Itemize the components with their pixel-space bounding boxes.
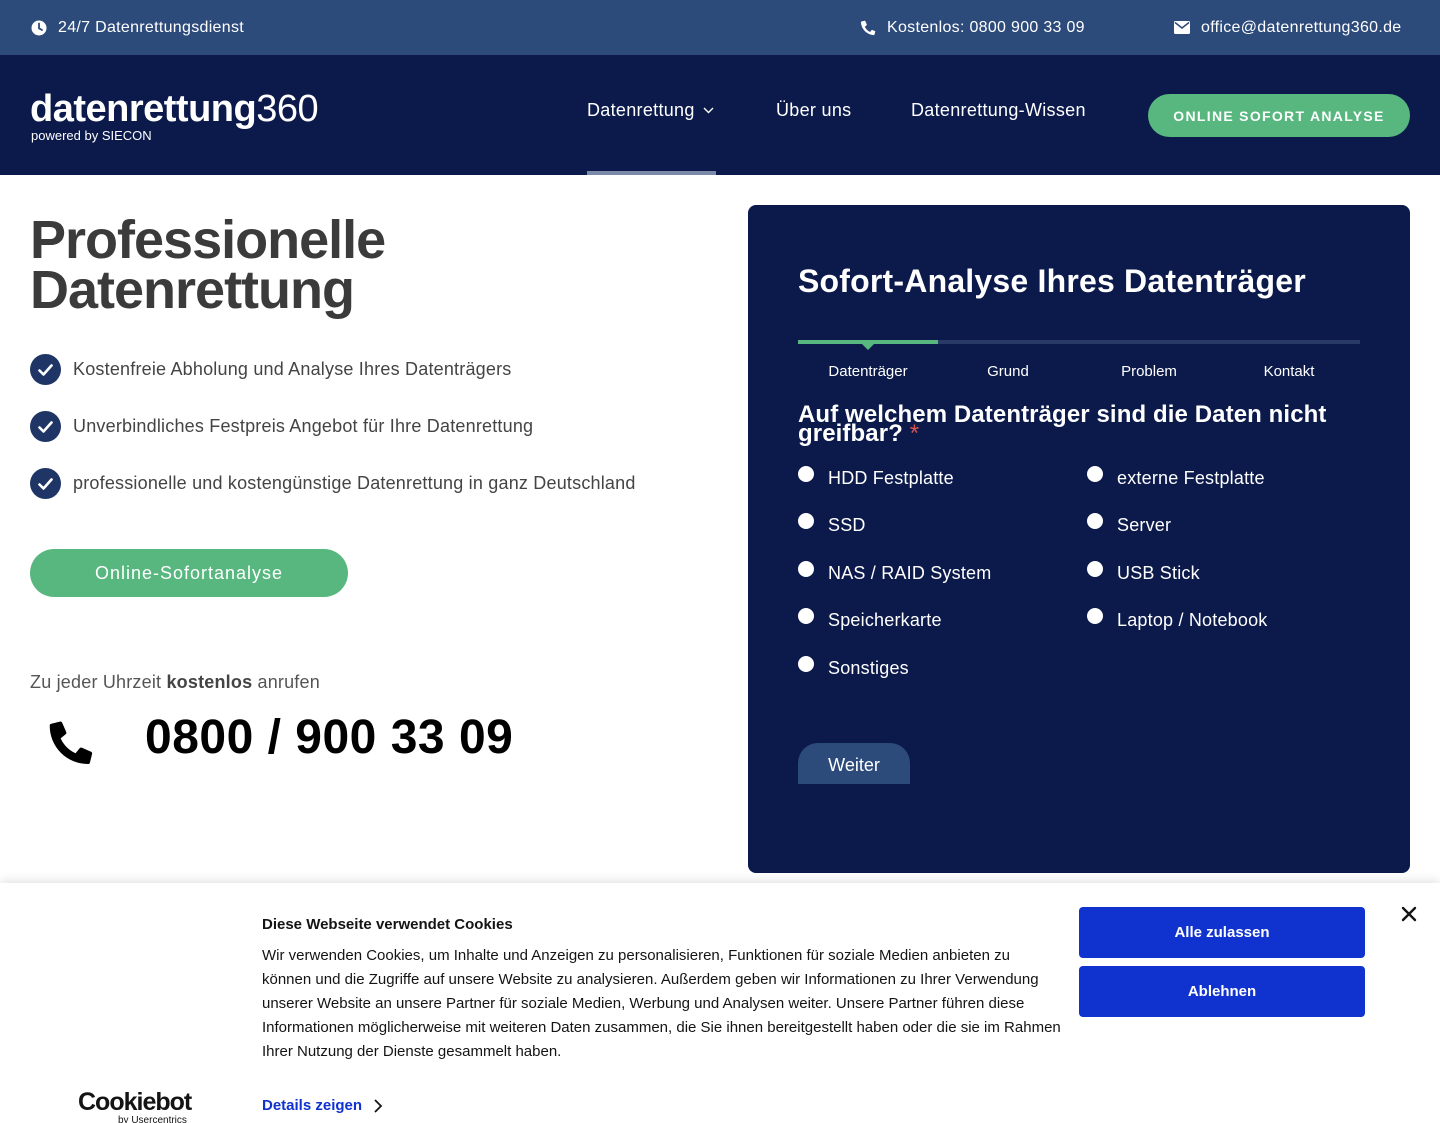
envelope-icon [1173, 19, 1191, 37]
page-title-line1: Professionelle [30, 210, 386, 270]
feature-item: professionelle und kostengünstige Datenr… [30, 468, 636, 499]
radio-button[interactable] [798, 513, 814, 529]
option-label: USB Stick [1117, 563, 1200, 583]
option-ssd[interactable]: SSD [798, 513, 866, 536]
online-sofortanalyse-button[interactable]: Online-Sofortanalyse [30, 549, 348, 597]
check-circle-icon [30, 468, 61, 499]
feature-text: professionelle und kostengünstige Datenr… [73, 473, 636, 493]
feature-item: Unverbindliches Festpreis Angebot für Ih… [30, 411, 533, 442]
step-label-datentraeger: Datenträger [828, 363, 908, 380]
radio-button[interactable] [798, 466, 814, 482]
cookie-text: Wir verwenden Cookies, um Inhalte und An… [262, 947, 1061, 1060]
service-hours-text: 24/7 Datenrettungsdienst [58, 18, 244, 36]
cookiebot-logo: Cookiebot by Usercentrics [78, 1088, 192, 1123]
feature-item: Kostenfreie Abholung und Analyse Ihres D… [30, 354, 511, 385]
main-header: datenrettung360 powered by SIECON Datenr… [0, 55, 1440, 175]
radio-button[interactable] [1087, 466, 1103, 482]
step-bar [938, 340, 1079, 344]
radio-button[interactable] [798, 608, 814, 624]
nav-active-indicator [587, 171, 716, 175]
nav-datenrettung-label: Datenrettung [587, 100, 695, 120]
topbar-email-link[interactable]: office@datenrettung360.de [1173, 0, 1401, 55]
cookie-banner: Diese Webseite verwendet Cookies Wir ver… [0, 883, 1440, 1123]
phone-icon [48, 718, 94, 765]
radio-button[interactable] [1087, 608, 1103, 624]
page-title-line2: Datenrettung [30, 260, 355, 320]
call-hint-bold: kostenlos [166, 672, 253, 692]
logo-tagline: powered by SIECON [31, 128, 152, 143]
option-laptop-notebook[interactable]: Laptop / Notebook [1087, 608, 1268, 631]
option-label: NAS / RAID System [828, 563, 992, 583]
required-marker: * [909, 420, 920, 447]
nav-ueber-uns-label: Über uns [776, 100, 852, 120]
phone-number-link[interactable]: 0800 / 900 33 09 [145, 710, 513, 765]
option-label: Sonstiges [828, 658, 909, 678]
option-usb-stick[interactable]: USB Stick [1087, 561, 1200, 584]
page-title: Professionelle Datenrettung [30, 210, 630, 320]
cookie-title: Diese Webseite verwendet Cookies [262, 916, 513, 933]
weiter-button[interactable]: Weiter [798, 743, 910, 784]
form-question: Auf welchem Datenträger sind die Daten n… [798, 403, 1338, 446]
site-logo[interactable]: datenrettung360 powered by SIECON [30, 88, 319, 143]
radio-button[interactable] [798, 656, 814, 672]
option-label: externe Festplatte [1117, 468, 1265, 488]
top-bar: 24/7 Datenrettungsdienst Kostenlos: 0800… [0, 0, 1440, 55]
radio-button[interactable] [1087, 513, 1103, 529]
option-server[interactable]: Server [1087, 513, 1172, 536]
call-hint-post: anrufen [257, 672, 320, 692]
radio-button[interactable] [1087, 561, 1103, 577]
allow-all-cookies-button[interactable]: Alle zulassen [1079, 907, 1365, 958]
call-hint: Zu jeder Uhrzeit kostenlos anrufen [30, 672, 320, 693]
step-bar [1219, 340, 1360, 344]
option-label: Speicherkarte [828, 610, 942, 630]
form-progress-steps: Datenträger Grund Problem Kontakt [798, 340, 1360, 390]
deny-cookies-button[interactable]: Ablehnen [1079, 966, 1365, 1017]
step-label-problem: Problem [1121, 363, 1177, 380]
cookie-details-label: Details zeigen [262, 1097, 363, 1114]
cookie-details-link[interactable]: Details zeigen [262, 1097, 383, 1114]
step-label-kontakt: Kontakt [1263, 363, 1315, 380]
topbar-phone-text: Kostenlos: 0800 900 33 09 [887, 18, 1085, 36]
feature-text: Unverbindliches Festpreis Angebot für Ih… [73, 416, 534, 436]
topbar-phone-link[interactable]: Kostenlos: 0800 900 33 09 [859, 0, 1085, 55]
option-externe-festplatte[interactable]: externe Festplatte [1087, 466, 1265, 489]
option-nas-raid[interactable]: NAS / RAID System [798, 561, 992, 584]
call-hint-pre: Zu jeder Uhrzeit [30, 672, 162, 692]
online-sofort-analyse-button[interactable]: ONLINE SOFORT ANALYSE [1148, 94, 1410, 137]
option-sonstiges[interactable]: Sonstiges [798, 656, 909, 679]
option-label: Server [1117, 515, 1172, 535]
logo-number: 360 [256, 88, 319, 130]
cookiebot-byline: by Usercentrics [118, 1115, 187, 1123]
analysis-form-card: Sofort-Analyse Ihres Datenträger Datentr… [748, 205, 1410, 873]
nav-datenrettung[interactable]: Datenrettung [587, 100, 714, 121]
logo-wordmark: datenrettung [30, 88, 257, 130]
option-hdd[interactable]: HDD Festplatte [798, 466, 954, 489]
nav-wissen-label: Datenrettung-Wissen [911, 100, 1086, 120]
chevron-right-icon [374, 1098, 383, 1113]
step-label-grund: Grund [987, 363, 1029, 380]
cookiebot-wordmark: Cookiebot [78, 1088, 192, 1116]
nav-wissen[interactable]: Datenrettung-Wissen [911, 100, 1086, 121]
chevron-down-icon [703, 107, 714, 114]
option-label: SSD [828, 515, 866, 535]
phone-icon [859, 19, 877, 37]
form-title: Sofort-Analyse Ihres Datenträger [798, 263, 1306, 299]
check-circle-icon [30, 354, 61, 385]
check-circle-icon [30, 411, 61, 442]
radio-button[interactable] [798, 561, 814, 577]
option-speicherkarte[interactable]: Speicherkarte [798, 608, 942, 631]
nav-ueber-uns[interactable]: Über uns [776, 100, 851, 121]
feature-text: Kostenfreie Abholung und Analyse Ihres D… [73, 359, 512, 379]
topbar-email-text: office@datenrettung360.de [1201, 18, 1402, 36]
service-hours: 24/7 Datenrettungsdienst [30, 0, 244, 55]
form-question-text: Auf welchem Datenträger sind die Daten n… [798, 401, 1327, 447]
close-icon[interactable] [1398, 903, 1420, 925]
option-label: Laptop / Notebook [1117, 610, 1268, 630]
step-bar [1079, 340, 1219, 344]
active-step-pointer [862, 344, 874, 350]
clock-icon [30, 19, 48, 37]
option-label: HDD Festplatte [828, 468, 954, 488]
